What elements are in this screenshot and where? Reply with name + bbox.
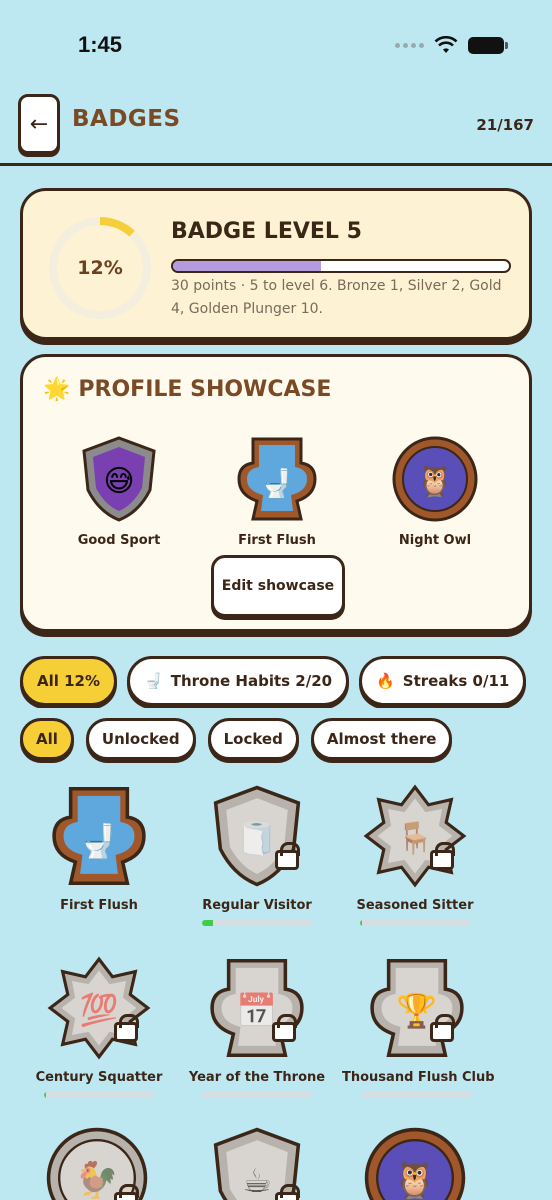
lock-icon [114,1014,139,1042]
badge-progress-bar [202,920,312,926]
star-icon: 🌟 [43,377,71,402]
badge-progress-bar [202,1092,312,1098]
badge-name: Year of the Throne [188,1070,326,1085]
badge-night-owl[interactable]: 🦉 [340,1126,490,1200]
lock-icon [275,842,300,870]
badge-rooster[interactable]: 🐓 [22,1126,172,1200]
svg-text:☕: ☕ [242,1161,272,1200]
owl-badge-icon: 🦉 [392,436,478,522]
badge-count: 21/167 [476,116,534,134]
badge-progress-bar [362,1092,472,1098]
badge-name: Century Squatter [35,1070,163,1085]
lock-icon [275,1184,300,1200]
toilet-badge-icon: 📅 [210,958,304,1058]
lock-icon [272,1014,297,1042]
level-description: 30 points · 5 to level 6. Bronze 1, Silv… [171,278,502,317]
toilet-badge-icon: 🏆 [370,958,464,1058]
badge-first-flush[interactable]: 🚽 First Flush [24,784,174,913]
showcase-item-label: Night Owl [398,533,472,548]
page-header: ← BADGES 21/167 [0,94,552,166]
svg-text:🚽: 🚽 [78,822,119,861]
svg-text:💯: 💯 [80,991,119,1028]
badge-progress-fill [44,1092,47,1098]
badge-name: Seasoned Sitter [356,898,474,913]
star-badge-icon: 💯 [47,956,151,1060]
svg-text:🐓: 🐓 [75,1159,119,1200]
category-chip-throne-habits[interactable]: 🚽 Throne Habits 2/20 [127,656,350,706]
svg-text:😅: 😅 [103,464,134,499]
status-filter-row: All Unlocked Locked Almost there [20,718,532,762]
svg-text:🦉: 🦉 [393,1160,437,1200]
badge-century-squatter[interactable]: 💯 Century Squatter [24,956,174,1098]
edit-showcase-button[interactable]: Edit showcase [211,555,345,617]
level-percent: 12% [57,225,143,311]
status-icons [395,36,508,54]
badge-seasoned-sitter[interactable]: 🪑 Seasoned Sitter [340,784,490,926]
status-time: 1:45 [78,32,123,57]
svg-text:🦉: 🦉 [416,464,453,499]
badge-progress-bar [44,1092,154,1098]
filter-chip-locked[interactable]: Locked [207,718,299,760]
fire-icon: 🔥 [376,672,395,690]
badge-name: First Flush [60,898,138,913]
star-badge-icon: 🪑 [363,784,467,888]
level-progress-ring: 12% [49,217,151,319]
shield-badge-icon: 🧻 [213,785,301,887]
badge-level-card: 12% BADGE LEVEL 5 30 points · 5 to level… [20,188,532,340]
back-arrow-icon: ← [29,111,49,137]
showcase-title: 🌟 PROFILE SHOWCASE [43,377,331,402]
svg-text:🧻: 🧻 [236,819,277,858]
status-bar: 1:45 [0,0,552,90]
level-title: BADGE LEVEL 5 [171,219,362,244]
badge-progress-fill [360,920,363,926]
category-chip-label: All 12% [37,672,101,690]
badge-thousand-flush-club[interactable]: 🏆 Thousand Flush Club [342,956,495,1098]
toilet-icon: 🚽 [144,672,163,690]
lock-icon [430,842,455,870]
filter-chip-almost-there[interactable]: Almost there [310,718,453,760]
toilet-badge-icon: 🚽 [237,437,317,521]
showcase-title-text: PROFILE SHOWCASE [78,377,332,402]
svg-text:🪑: 🪑 [396,819,435,856]
badge-name: Regular Visitor [202,898,312,913]
category-chip-label: Streaks 0/11 [402,672,510,690]
page-title: BADGES [72,106,181,132]
category-chip-label: Throne Habits 2/20 [170,672,333,690]
profile-showcase-card: 🌟 PROFILE SHOWCASE 😅 Good Sport 🚽 First … [20,354,532,632]
filter-chip-unlocked[interactable]: Unlocked [85,718,196,760]
shield-badge-icon: 😅 [82,436,156,522]
filter-chip-all[interactable]: All [20,718,74,760]
level-progress-fill [173,261,321,271]
wifi-icon [434,36,458,53]
badge-progress-bar [360,920,470,926]
showcase-item-label: Good Sport [77,533,161,548]
category-filter-row: All 12% 🚽 Throne Habits 2/20 🔥 Streaks 0… [20,656,532,708]
category-chip-all[interactable]: All 12% [20,656,118,706]
showcase-item-good-sport[interactable]: 😅 Good Sport [49,435,189,548]
showcase-item-night-owl[interactable]: 🦉 Night Owl [365,435,505,548]
signal-icon [395,42,424,48]
badge-coffee[interactable]: ☕ [182,1126,332,1200]
lock-icon [114,1184,139,1200]
toilet-badge-icon: 🚽 [52,786,146,886]
badge-progress-fill [202,920,213,926]
lock-icon [430,1014,455,1042]
showcase-item-label: First Flush [238,533,316,548]
category-chip-streaks[interactable]: 🔥 Streaks 0/11 [359,656,527,706]
badge-regular-visitor[interactable]: 🧻 Regular Visitor [182,784,332,926]
level-progress-bar [171,259,511,273]
owl-badge-icon: 🦉 [364,1127,466,1200]
battery-icon [468,36,508,54]
back-button[interactable]: ← [18,94,60,154]
badge-name: Thousand Flush Club [342,1070,495,1085]
badge-year-of-the-throne[interactable]: 📅 Year of the Throne [182,956,332,1098]
svg-text:🚽: 🚽 [260,467,295,500]
showcase-item-first-flush[interactable]: 🚽 First Flush [207,435,347,548]
